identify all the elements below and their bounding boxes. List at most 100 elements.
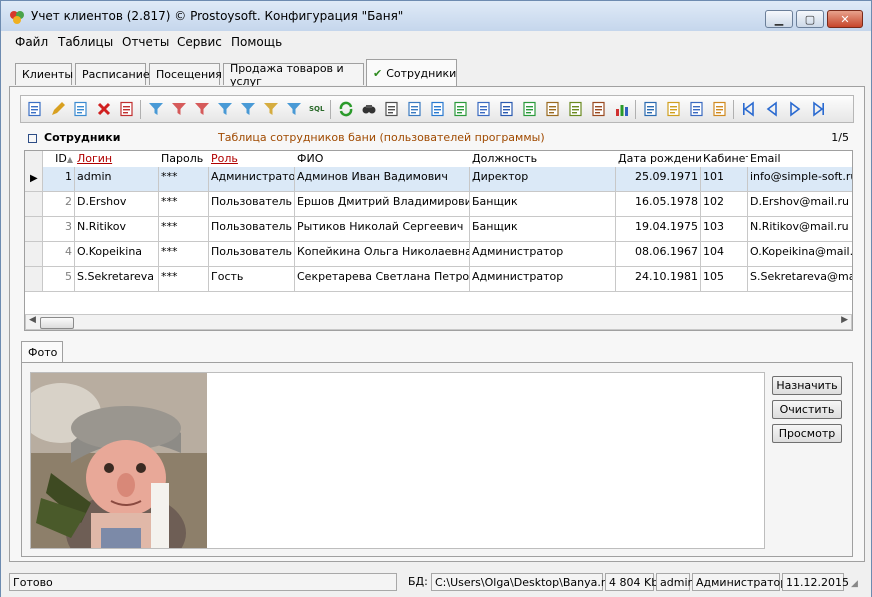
cell-id[interactable]: 1	[43, 167, 75, 191]
filter-icon[interactable]	[148, 101, 164, 117]
menu-file[interactable]: Файл	[15, 35, 48, 49]
column-header-id[interactable]: ID▲	[43, 151, 75, 167]
delete-all-icon[interactable]	[119, 101, 135, 117]
minimize-button[interactable]: ▁	[765, 10, 793, 28]
cell-email[interactable]: info@simple-soft.ru	[748, 167, 852, 191]
horizontal-scrollbar[interactable]: ◀ ▶	[25, 314, 852, 330]
export-excel-icon[interactable]	[453, 101, 469, 117]
view-photo-button[interactable]: Просмотр	[772, 424, 842, 443]
table-row[interactable]: 3 N.Ritikov *** Пользователь Рытиков Николай…	[43, 217, 852, 242]
cell-position[interactable]: Администратор	[470, 242, 616, 266]
grid-collapse-icon[interactable]	[28, 134, 37, 143]
table-row[interactable]: 4 O.Kopeikina *** Пользователь Копейкина Оль…	[43, 242, 852, 267]
tab-visits[interactable]: Посещения	[149, 63, 222, 85]
cell-id[interactable]: 5	[43, 267, 75, 291]
row-indicator[interactable]	[25, 267, 43, 292]
row-indicator[interactable]	[25, 242, 43, 267]
cell-role[interactable]: Пользователь	[209, 217, 295, 241]
cell-birthdate[interactable]: 08.06.1967	[616, 242, 701, 266]
export-other-icon[interactable]	[591, 101, 607, 117]
table-row[interactable]: 5 S.Sekretareva *** Гость Секретарева Светла…	[43, 267, 852, 292]
import-icon[interactable]	[643, 101, 659, 117]
cell-birthdate[interactable]: 16.05.1978	[616, 192, 701, 216]
column-header-birthdate[interactable]: Дата рождения	[616, 151, 701, 167]
cell-password[interactable]: ***	[159, 167, 209, 191]
sql-icon[interactable]: SQL	[309, 101, 325, 117]
menu-service[interactable]: Сервис	[177, 35, 222, 49]
column-header-office[interactable]: Кабинет	[701, 151, 748, 167]
export-csv-icon[interactable]	[568, 101, 584, 117]
cell-login[interactable]: D.Ershov	[75, 192, 159, 216]
clear-photo-button[interactable]: Очистить	[772, 400, 842, 419]
cell-email[interactable]: N.Ritikov@mail.ru	[748, 217, 852, 241]
cell-role[interactable]: Гость	[209, 267, 295, 291]
column-header-position[interactable]: Должность	[470, 151, 616, 167]
cell-id[interactable]: 4	[43, 242, 75, 266]
cell-login[interactable]: O.Kopeikina	[75, 242, 159, 266]
maximize-button[interactable]: ▢	[796, 10, 824, 28]
tab-photo[interactable]: Фото	[21, 341, 63, 363]
filter-funnel-icon[interactable]	[263, 101, 279, 117]
menu-reports[interactable]: Отчеты	[122, 35, 169, 49]
table-row[interactable]: 2 D.Ershov *** Пользователь Ершов Дмитрий Вл…	[43, 192, 852, 217]
cell-email[interactable]: O.Kopeikina@mail.ru	[748, 242, 852, 266]
close-button[interactable]: ✕	[827, 10, 863, 28]
tab-employees[interactable]: ✔ Сотрудники	[366, 59, 457, 86]
cell-office[interactable]: 102	[701, 192, 748, 216]
filter-tree-icon[interactable]	[286, 101, 302, 117]
cell-birthdate[interactable]: 25.09.1971	[616, 167, 701, 191]
delete-icon[interactable]	[96, 101, 112, 117]
resize-grip-icon[interactable]: ◢	[851, 579, 858, 589]
cell-password[interactable]: ***	[159, 267, 209, 291]
cell-fio[interactable]: Ершов Дмитрий Владимирович	[295, 192, 470, 216]
filter-advanced-icon[interactable]	[217, 101, 233, 117]
row-indicator[interactable]	[25, 217, 43, 242]
cell-email[interactable]: S.Sekretareva@mail.ru	[748, 267, 852, 291]
cell-office[interactable]: 103	[701, 217, 748, 241]
row-indicator[interactable]: ▶	[25, 167, 43, 192]
cell-id[interactable]: 3	[43, 217, 75, 241]
cell-login[interactable]: S.Sekretareva	[75, 267, 159, 291]
export-xml-icon[interactable]	[476, 101, 492, 117]
column-header-fio[interactable]: ФИО	[295, 151, 470, 167]
cell-position[interactable]: Банщик	[470, 192, 616, 216]
cell-role[interactable]: Пользователь	[209, 242, 295, 266]
last-record-icon[interactable]	[810, 101, 826, 117]
cell-office[interactable]: 104	[701, 242, 748, 266]
prev-record-icon[interactable]	[764, 101, 780, 117]
cell-office[interactable]: 101	[701, 167, 748, 191]
cell-office[interactable]: 105	[701, 267, 748, 291]
cell-position[interactable]: Директор	[470, 167, 616, 191]
cell-position[interactable]: Банщик	[470, 217, 616, 241]
first-record-icon[interactable]	[741, 101, 757, 117]
cell-fio[interactable]: Секретарева Светлана Петровна	[295, 267, 470, 291]
preview-icon[interactable]	[407, 101, 423, 117]
edit-icon[interactable]	[50, 101, 66, 117]
cell-role[interactable]: Администратор	[209, 167, 295, 191]
filter-remove-icon[interactable]	[171, 101, 187, 117]
cell-birthdate[interactable]: 24.10.1981	[616, 267, 701, 291]
export-txt-icon[interactable]	[545, 101, 561, 117]
next-record-icon[interactable]	[787, 101, 803, 117]
column-header-role[interactable]: Роль	[209, 151, 295, 167]
scroll-right-icon[interactable]: ▶	[841, 315, 848, 325]
export-html-icon[interactable]	[430, 101, 446, 117]
import-list-icon[interactable]	[666, 101, 682, 117]
scrollbar-thumb[interactable]	[40, 317, 74, 329]
cell-birthdate[interactable]: 19.04.1975	[616, 217, 701, 241]
filter-clear-icon[interactable]	[194, 101, 210, 117]
cell-fio[interactable]: Админов Иван Вадимович	[295, 167, 470, 191]
menu-help[interactable]: Помощь	[231, 35, 282, 49]
table-row[interactable]: 1 admin *** Администратор Админов Иван Вадим…	[43, 167, 852, 192]
menu-tables[interactable]: Таблицы	[58, 35, 113, 49]
grid-columns-icon[interactable]	[712, 101, 728, 117]
export-word-icon[interactable]	[499, 101, 515, 117]
cell-login[interactable]: admin	[75, 167, 159, 191]
filter-grid-icon[interactable]	[240, 101, 256, 117]
assign-photo-button[interactable]: Назначить	[772, 376, 842, 395]
new-record-icon[interactable]	[27, 101, 43, 117]
cell-login[interactable]: N.Ritikov	[75, 217, 159, 241]
export-xls-icon[interactable]	[522, 101, 538, 117]
cell-fio[interactable]: Рытиков Николай Сергеевич	[295, 217, 470, 241]
tab-sales[interactable]: Продажа товаров и услуг	[223, 62, 364, 88]
